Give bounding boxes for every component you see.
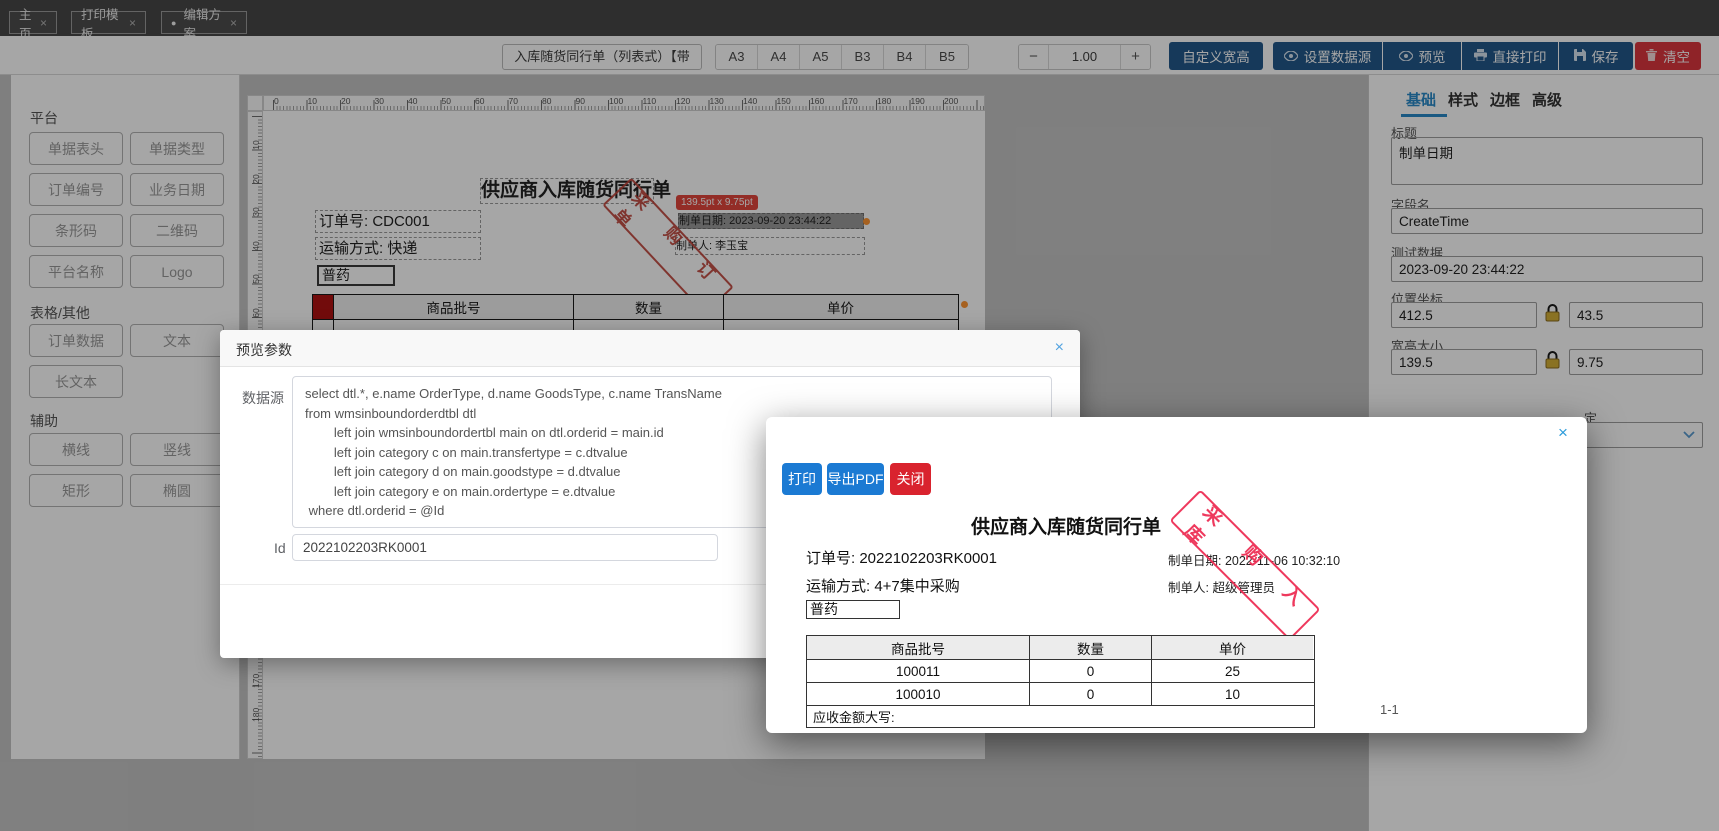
table-cell: 10 — [1224, 686, 1241, 702]
print-button[interactable]: 打印 — [782, 463, 822, 495]
datasource-label: 数据源 — [242, 390, 284, 406]
preview-table-header: 单价 — [1152, 636, 1313, 659]
page-number: 1-1 — [1380, 702, 1399, 717]
preview-doc-title: 供应商入库随货同行单 — [970, 517, 1161, 538]
preview-order-no: 订单号: 2022102203RK0001 — [806, 550, 997, 567]
preview-table: 商品批号 数量 单价 100011 0 25 100010 0 10 应收金额大… — [806, 635, 1315, 728]
table-cell: 0 — [1030, 660, 1152, 682]
id-input[interactable] — [292, 534, 718, 561]
table-cell: 25 — [1224, 663, 1241, 679]
export-pdf-button[interactable]: 导出PDF — [827, 463, 884, 495]
preview-table-header-row: 商品批号 数量 单价 — [807, 636, 1314, 660]
table-cell: 0 — [1030, 683, 1152, 705]
preview-table-header: 数量 — [1030, 636, 1152, 659]
app-window: 主页 × 打印模板 × ● 编辑方案 × 入库随货同行单（列表式）【带 A3 A… — [0, 0, 1719, 831]
table-row: 100011 0 25 — [807, 660, 1314, 683]
preview-drug-type-box: 普药 — [806, 600, 900, 619]
close-button[interactable]: 关闭 — [890, 463, 931, 495]
dialog-header: 预览参数 × — [220, 330, 1080, 367]
preview-table-amount-row: 应收金额大写: — [813, 710, 895, 725]
close-icon[interactable]: × — [1055, 339, 1064, 357]
preview-transport: 运输方式: 4+7集中采购 — [806, 578, 960, 595]
print-preview-dialog: × 打印 导出PDF 关闭 供应商入库随货同行单 订单号: 2022102203… — [766, 417, 1587, 733]
preview-table-header: 商品批号 — [807, 636, 1030, 659]
table-cell: 100010 — [807, 683, 1030, 705]
table-row: 100010 0 10 — [807, 683, 1314, 706]
close-icon[interactable]: × — [1558, 423, 1568, 443]
id-label: Id — [274, 540, 286, 556]
table-cell: 100011 — [807, 660, 1030, 682]
dialog-title: 预览参数 — [236, 342, 292, 358]
